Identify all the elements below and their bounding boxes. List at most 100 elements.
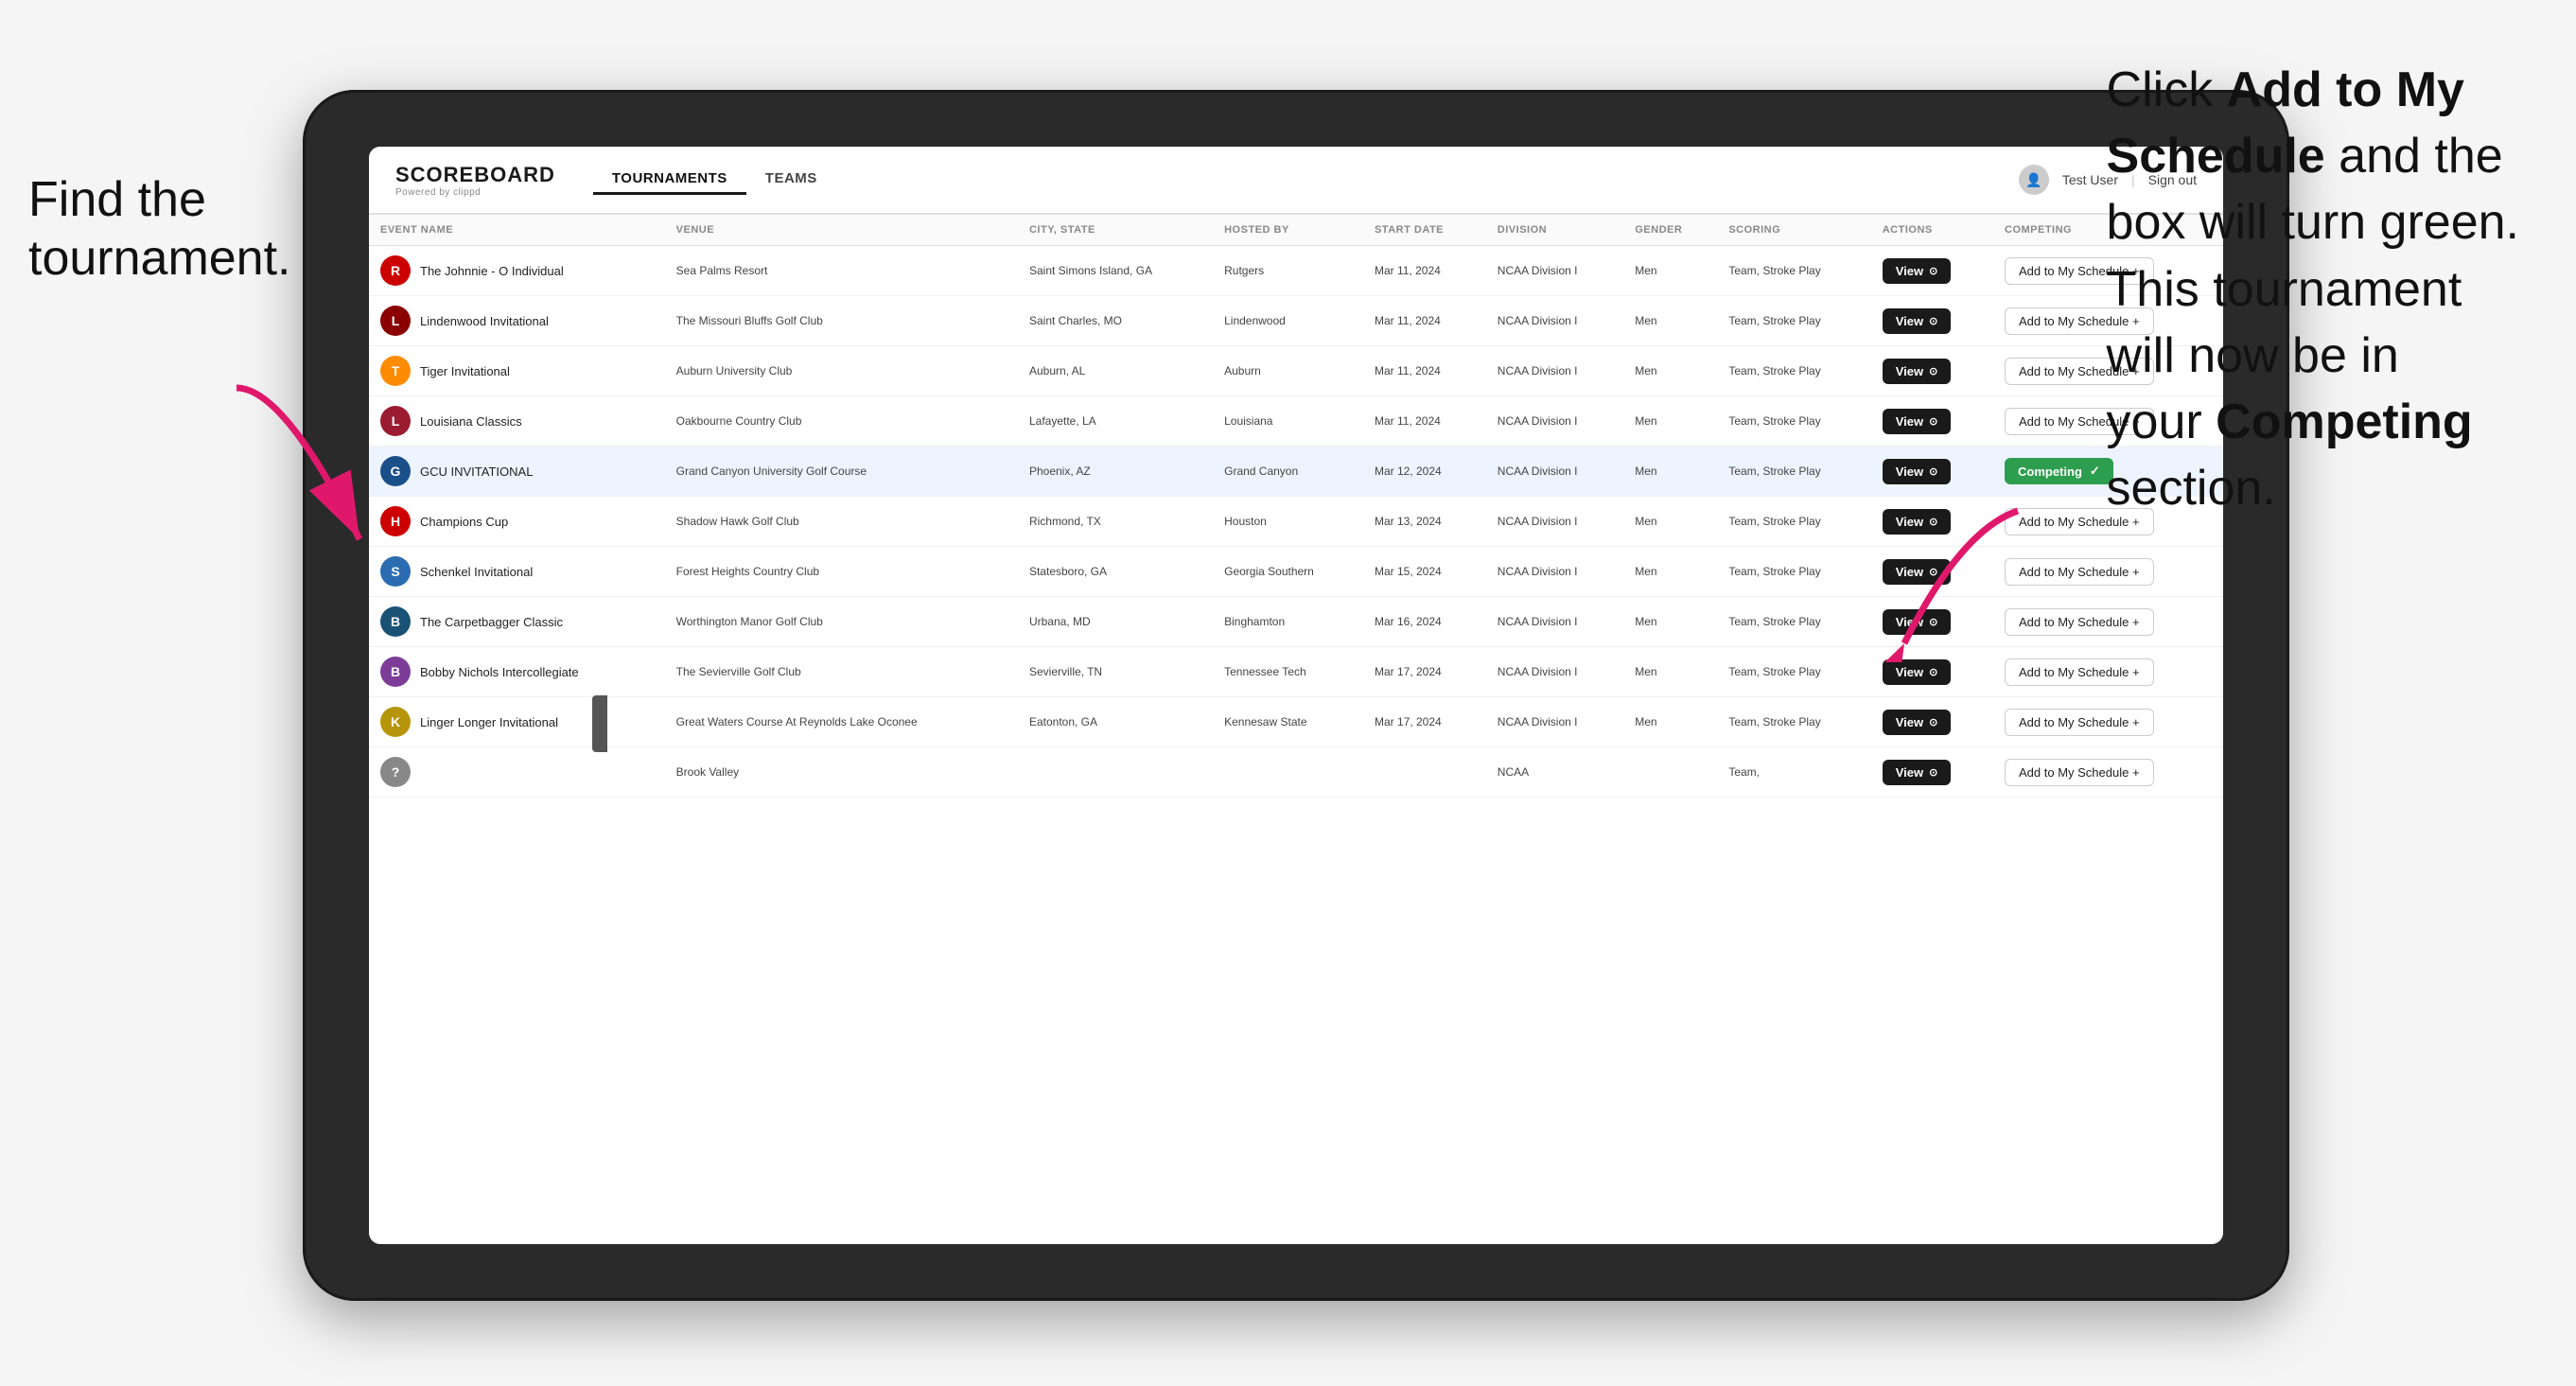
table-row: K Linger Longer Invitational Great Water… [369, 697, 2223, 747]
td-hosted-by: Grand Canyon [1213, 447, 1363, 497]
td-scoring: Team, Stroke Play [1717, 547, 1870, 597]
th-start-date: START DATE [1363, 215, 1486, 246]
td-city-state: Saint Simons Island, GA [1018, 246, 1213, 296]
td-scoring: Team, Stroke Play [1717, 697, 1870, 747]
view-button[interactable]: View ⊙ [1883, 760, 1952, 785]
td-event-name: K Linger Longer Invitational [369, 697, 665, 747]
td-hosted-by: Tennessee Tech [1213, 647, 1363, 697]
td-division: NCAA Division I [1486, 697, 1623, 747]
ipad-frame: SCOREBOARD Powered by clippd TOURNAMENTS… [303, 90, 2289, 1301]
td-division: NCAA Division I [1486, 447, 1623, 497]
td-event-name: R The Johnnie - O Individual [369, 246, 665, 296]
td-venue: Shadow Hawk Golf Club [665, 497, 1018, 547]
logo-text: SCOREBOARD [395, 163, 555, 187]
td-event-name: B The Carpetbagger Classic [369, 597, 665, 647]
td-venue: Auburn University Club [665, 346, 1018, 396]
nav-link-teams[interactable]: TEAMS [746, 165, 836, 195]
td-scoring: Team, Stroke Play [1717, 647, 1870, 697]
td-actions: View ⊙ [1871, 396, 1993, 447]
td-scoring: Team, Stroke Play [1717, 396, 1870, 447]
td-start-date: Mar 17, 2024 [1363, 697, 1486, 747]
competing-button[interactable]: Competing ✓ [2005, 458, 2113, 484]
td-scoring: Team, Stroke Play [1717, 346, 1870, 396]
td-start-date: Mar 11, 2024 [1363, 296, 1486, 346]
td-division: NCAA Division I [1486, 246, 1623, 296]
td-start-date [1363, 747, 1486, 798]
td-start-date: Mar 15, 2024 [1363, 547, 1486, 597]
td-gender: Men [1623, 447, 1717, 497]
td-division: NCAA Division I [1486, 647, 1623, 697]
td-gender: Men [1623, 547, 1717, 597]
td-division: NCAA Division I [1486, 296, 1623, 346]
th-hosted-by: HOSTED BY [1213, 215, 1363, 246]
nav-bar: SCOREBOARD Powered by clippd TOURNAMENTS… [369, 147, 2223, 215]
td-venue: Brook Valley [665, 747, 1018, 798]
table-container: EVENT NAME VENUE CITY, STATE HOSTED BY S… [369, 215, 2223, 1244]
add-schedule-button[interactable]: Add to My Schedule + [2005, 709, 2154, 736]
td-division: NCAA Division I [1486, 396, 1623, 447]
nav-links: TOURNAMENTS TEAMS [593, 165, 836, 195]
view-button[interactable]: View ⊙ [1883, 710, 1952, 735]
td-city-state: Sevierville, TN [1018, 647, 1213, 697]
td-gender: Men [1623, 246, 1717, 296]
side-tab [592, 695, 607, 752]
th-division: DIVISION [1486, 215, 1623, 246]
td-venue: Forest Heights Country Club [665, 547, 1018, 597]
th-venue: VENUE [665, 215, 1018, 246]
td-actions: View ⊙ [1871, 747, 1993, 798]
td-actions: View ⊙ [1871, 447, 1993, 497]
td-gender [1623, 747, 1717, 798]
td-gender: Men [1623, 497, 1717, 547]
td-venue: The Sevierville Golf Club [665, 647, 1018, 697]
table-row: ? Brook ValleyNCAATeam,View ⊙Add to My S… [369, 747, 2223, 798]
td-venue: The Missouri Bluffs Golf Club [665, 296, 1018, 346]
td-scoring: Team, Stroke Play [1717, 246, 1870, 296]
td-scoring: Team, Stroke Play [1717, 447, 1870, 497]
nav-link-tournaments[interactable]: TOURNAMENTS [593, 165, 746, 195]
td-competing: Add to My Schedule + [1993, 747, 2223, 798]
td-hosted-by [1213, 747, 1363, 798]
td-actions: View ⊙ [1871, 246, 1993, 296]
td-event-name: L Lindenwood Invitational [369, 296, 665, 346]
td-city-state: Auburn, AL [1018, 346, 1213, 396]
td-gender: Men [1623, 346, 1717, 396]
table-row: L Lindenwood Invitational The Missouri B… [369, 296, 2223, 346]
view-button[interactable]: View ⊙ [1883, 359, 1952, 384]
td-event-name: ? [369, 747, 665, 798]
td-start-date: Mar 17, 2024 [1363, 647, 1486, 697]
td-actions: View ⊙ [1871, 296, 1993, 346]
td-hosted-by: Auburn [1213, 346, 1363, 396]
arrow-right [1866, 492, 2037, 662]
td-venue: Great Waters Course At Reynolds Lake Oco… [665, 697, 1018, 747]
td-hosted-by: Rutgers [1213, 246, 1363, 296]
add-schedule-button[interactable]: Add to My Schedule + [2005, 759, 2154, 786]
th-scoring: SCORING [1717, 215, 1870, 246]
table-row: L Louisiana Classics Oakbourne Country C… [369, 396, 2223, 447]
td-scoring: Team, Stroke Play [1717, 597, 1870, 647]
ipad-screen: SCOREBOARD Powered by clippd TOURNAMENTS… [369, 147, 2223, 1244]
td-event-name: B Bobby Nichols Intercollegiate [369, 647, 665, 697]
td-city-state: Richmond, TX [1018, 497, 1213, 547]
td-hosted-by: Kennesaw State [1213, 697, 1363, 747]
arrow-left [208, 369, 416, 577]
view-button[interactable]: View ⊙ [1883, 459, 1952, 484]
td-hosted-by: Binghamton [1213, 597, 1363, 647]
td-city-state: Lafayette, LA [1018, 396, 1213, 447]
td-start-date: Mar 16, 2024 [1363, 597, 1486, 647]
td-gender: Men [1623, 647, 1717, 697]
logo-area: SCOREBOARD Powered by clippd [395, 163, 555, 198]
td-city-state: Saint Charles, MO [1018, 296, 1213, 346]
td-venue: Oakbourne Country Club [665, 396, 1018, 447]
view-button[interactable]: View ⊙ [1883, 258, 1952, 284]
view-button[interactable]: View ⊙ [1883, 308, 1952, 334]
view-button[interactable]: View ⊙ [1883, 659, 1952, 685]
td-competing: Add to My Schedule + [1993, 697, 2223, 747]
view-button[interactable]: View ⊙ [1883, 409, 1952, 434]
td-division: NCAA Division I [1486, 547, 1623, 597]
td-actions: View ⊙ [1871, 697, 1993, 747]
td-division: NCAA Division I [1486, 497, 1623, 547]
td-city-state: Eatonton, GA [1018, 697, 1213, 747]
table-row: R The Johnnie - O Individual Sea Palms R… [369, 246, 2223, 296]
td-start-date: Mar 12, 2024 [1363, 447, 1486, 497]
td-hosted-by: Houston [1213, 497, 1363, 547]
